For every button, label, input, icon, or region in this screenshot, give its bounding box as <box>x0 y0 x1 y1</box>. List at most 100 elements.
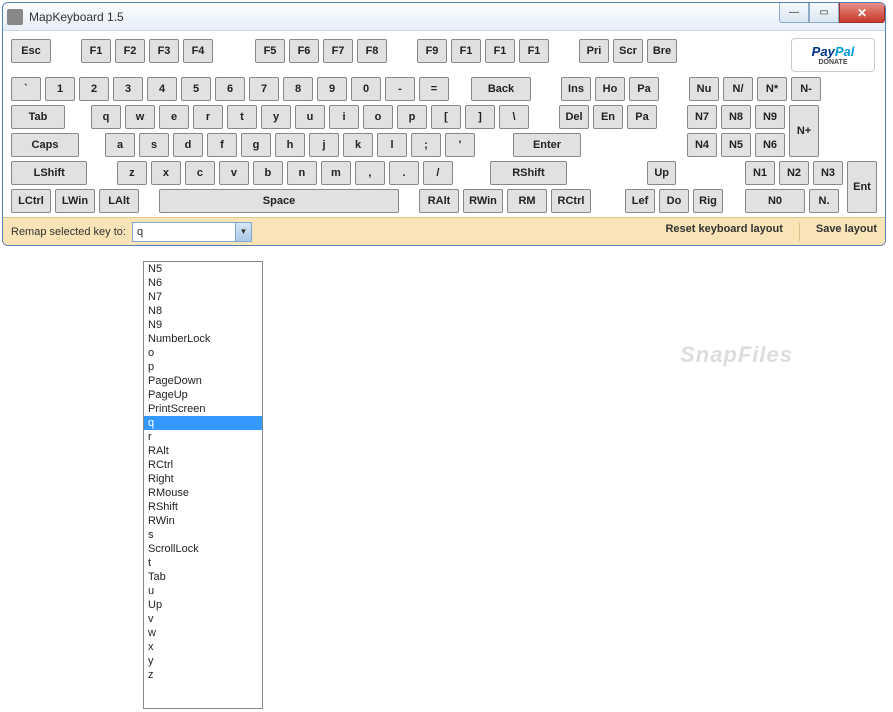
key-[interactable]: / <box>423 161 453 185</box>
key-f1[interactable]: F1 <box>485 39 515 63</box>
key-n[interactable]: N- <box>791 77 821 101</box>
key-do[interactable]: Do <box>659 189 689 213</box>
dropdown-option[interactable]: RMouse <box>144 486 262 500</box>
key-lef[interactable]: Lef <box>625 189 655 213</box>
key-ins[interactable]: Ins <box>561 77 591 101</box>
dropdown-option[interactable]: x <box>144 640 262 654</box>
key-del[interactable]: Del <box>559 105 589 129</box>
key-[interactable]: = <box>419 77 449 101</box>
key-f7[interactable]: F7 <box>323 39 353 63</box>
key-n4[interactable]: N4 <box>687 133 717 157</box>
dropdown-option[interactable]: p <box>144 360 262 374</box>
dropdown-option[interactable]: w <box>144 626 262 640</box>
dropdown-option[interactable]: Right <box>144 472 262 486</box>
dropdown-option[interactable]: N5 <box>144 262 262 276</box>
key-f6[interactable]: F6 <box>289 39 319 63</box>
dropdown-option[interactable]: Tab <box>144 570 262 584</box>
key-n7[interactable]: N7 <box>687 105 717 129</box>
key-y[interactable]: y <box>261 105 291 129</box>
key-[interactable]: ` <box>11 77 41 101</box>
key-pa[interactable]: Pa <box>627 105 657 129</box>
key-lwin[interactable]: LWin <box>55 189 95 213</box>
dropdown-option[interactable]: RAlt <box>144 444 262 458</box>
key-n[interactable]: N/ <box>723 77 753 101</box>
key-v[interactable]: v <box>219 161 249 185</box>
key-d[interactable]: d <box>173 133 203 157</box>
minimize-button[interactable]: — <box>779 3 809 23</box>
key-w[interactable]: w <box>125 105 155 129</box>
key-s[interactable]: s <box>139 133 169 157</box>
dropdown-option[interactable]: RWin <box>144 514 262 528</box>
key-h[interactable]: h <box>275 133 305 157</box>
key-z[interactable]: z <box>117 161 147 185</box>
key-enter[interactable]: Enter <box>513 133 581 157</box>
dropdown-option[interactable]: PrintScreen <box>144 402 262 416</box>
key-[interactable]: , <box>355 161 385 185</box>
dropdown-option[interactable]: t <box>144 556 262 570</box>
key-q[interactable]: q <box>91 105 121 129</box>
key-i[interactable]: i <box>329 105 359 129</box>
key-numplus[interactable]: N+ <box>789 105 819 157</box>
dropdown-option[interactable]: N7 <box>144 290 262 304</box>
dropdown-option[interactable]: N9 <box>144 318 262 332</box>
key-[interactable]: ' <box>445 133 475 157</box>
key-lshift[interactable]: LShift <box>11 161 87 185</box>
dropdown-option[interactable]: N8 <box>144 304 262 318</box>
key-n2[interactable]: N2 <box>779 161 809 185</box>
key-c[interactable]: c <box>185 161 215 185</box>
key-p[interactable]: p <box>397 105 427 129</box>
key-pa[interactable]: Pa <box>629 77 659 101</box>
key-f1[interactable]: F1 <box>519 39 549 63</box>
key-[interactable]: ; <box>411 133 441 157</box>
key-rctrl[interactable]: RCtrl <box>551 189 591 213</box>
key-bre[interactable]: Bre <box>647 39 677 63</box>
key-f4[interactable]: F4 <box>183 39 213 63</box>
key-5[interactable]: 5 <box>181 77 211 101</box>
key-n5[interactable]: N5 <box>721 133 751 157</box>
key-t[interactable]: t <box>227 105 257 129</box>
key-[interactable]: \ <box>499 105 529 129</box>
key-u[interactable]: u <box>295 105 325 129</box>
key-en[interactable]: En <box>593 105 623 129</box>
key-3[interactable]: 3 <box>113 77 143 101</box>
remap-combobox[interactable]: q ▼ <box>132 222 252 242</box>
key-[interactable]: . <box>389 161 419 185</box>
key-o[interactable]: o <box>363 105 393 129</box>
key-f2[interactable]: F2 <box>115 39 145 63</box>
key-0[interactable]: 0 <box>351 77 381 101</box>
key-f[interactable]: f <box>207 133 237 157</box>
key-rshift[interactable]: RShift <box>490 161 566 185</box>
remap-dropdown-list[interactable]: N5N6N7N8N9NumberLockopPageDownPageUpPrin… <box>143 261 263 709</box>
key-scr[interactable]: Scr <box>613 39 643 63</box>
key-ralt[interactable]: RAlt <box>419 189 459 213</box>
maximize-button[interactable]: ▭ <box>809 3 839 23</box>
dropdown-option[interactable]: RCtrl <box>144 458 262 472</box>
key-8[interactable]: 8 <box>283 77 313 101</box>
dropdown-option[interactable]: q <box>144 416 262 430</box>
dropdown-option[interactable]: RShift <box>144 500 262 514</box>
key-m[interactable]: m <box>321 161 351 185</box>
dropdown-option[interactable]: v <box>144 612 262 626</box>
key-n8[interactable]: N8 <box>721 105 751 129</box>
key-b[interactable]: b <box>253 161 283 185</box>
chevron-down-icon[interactable]: ▼ <box>235 223 251 241</box>
key-n[interactable]: N* <box>757 77 787 101</box>
key-l[interactable]: l <box>377 133 407 157</box>
key-f5[interactable]: F5 <box>255 39 285 63</box>
dropdown-option[interactable]: r <box>144 430 262 444</box>
key-f9[interactable]: F9 <box>417 39 447 63</box>
dropdown-option[interactable]: NumberLock <box>144 332 262 346</box>
key-x[interactable]: x <box>151 161 181 185</box>
key-2[interactable]: 2 <box>79 77 109 101</box>
key-a[interactable]: a <box>105 133 135 157</box>
key-4[interactable]: 4 <box>147 77 177 101</box>
key-6[interactable]: 6 <box>215 77 245 101</box>
key-g[interactable]: g <box>241 133 271 157</box>
key-pri[interactable]: Pri <box>579 39 609 63</box>
dropdown-option[interactable]: PageDown <box>144 374 262 388</box>
close-button[interactable]: ✕ <box>839 3 885 23</box>
dropdown-option[interactable]: y <box>144 654 262 668</box>
key-n0[interactable]: N0 <box>745 189 805 213</box>
dropdown-option[interactable]: z <box>144 668 262 682</box>
key-[interactable]: [ <box>431 105 461 129</box>
